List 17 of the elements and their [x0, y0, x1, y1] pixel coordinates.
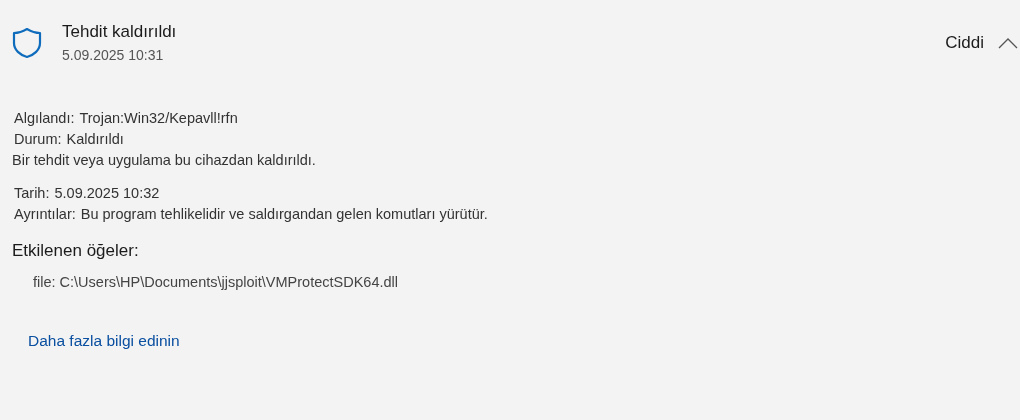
detail-label: Algılandı:	[14, 108, 75, 128]
detail-value: Trojan:Win32/Kepavll!rfn	[79, 108, 238, 128]
threat-title: Tehdit kaldırıldı	[62, 21, 177, 43]
status-message: Bir tehdit veya uygulama bu cihazdan kaldırıldı.	[12, 150, 316, 170]
detail-value: 5.09.2025 10:32	[54, 183, 160, 203]
detail-value: Kaldırıldı	[66, 129, 124, 149]
chevron-icon	[998, 36, 1018, 49]
affected-file-path: file: C:\Users\HP\Documents\jjsploit\VMProtectSDK64.dll	[33, 273, 399, 293]
detail-label: Ayrıntılar:	[14, 204, 76, 224]
affected-items-heading: Etkilenen öğeler:	[12, 240, 139, 263]
learn-more-link[interactable]: Daha fazla bilgi edinin	[28, 332, 180, 349]
severity-label: Ciddi	[945, 32, 984, 54]
detail-label: Durum:	[14, 129, 62, 149]
detail-label: Tarih:	[14, 183, 50, 203]
detail-value: Bu program tehlikelidir ve saldırgandan gelen komutları yürütür.	[80, 204, 488, 224]
threat-date: 5.09.2025 10:31	[62, 46, 165, 65]
shield-icon	[12, 27, 42, 59]
